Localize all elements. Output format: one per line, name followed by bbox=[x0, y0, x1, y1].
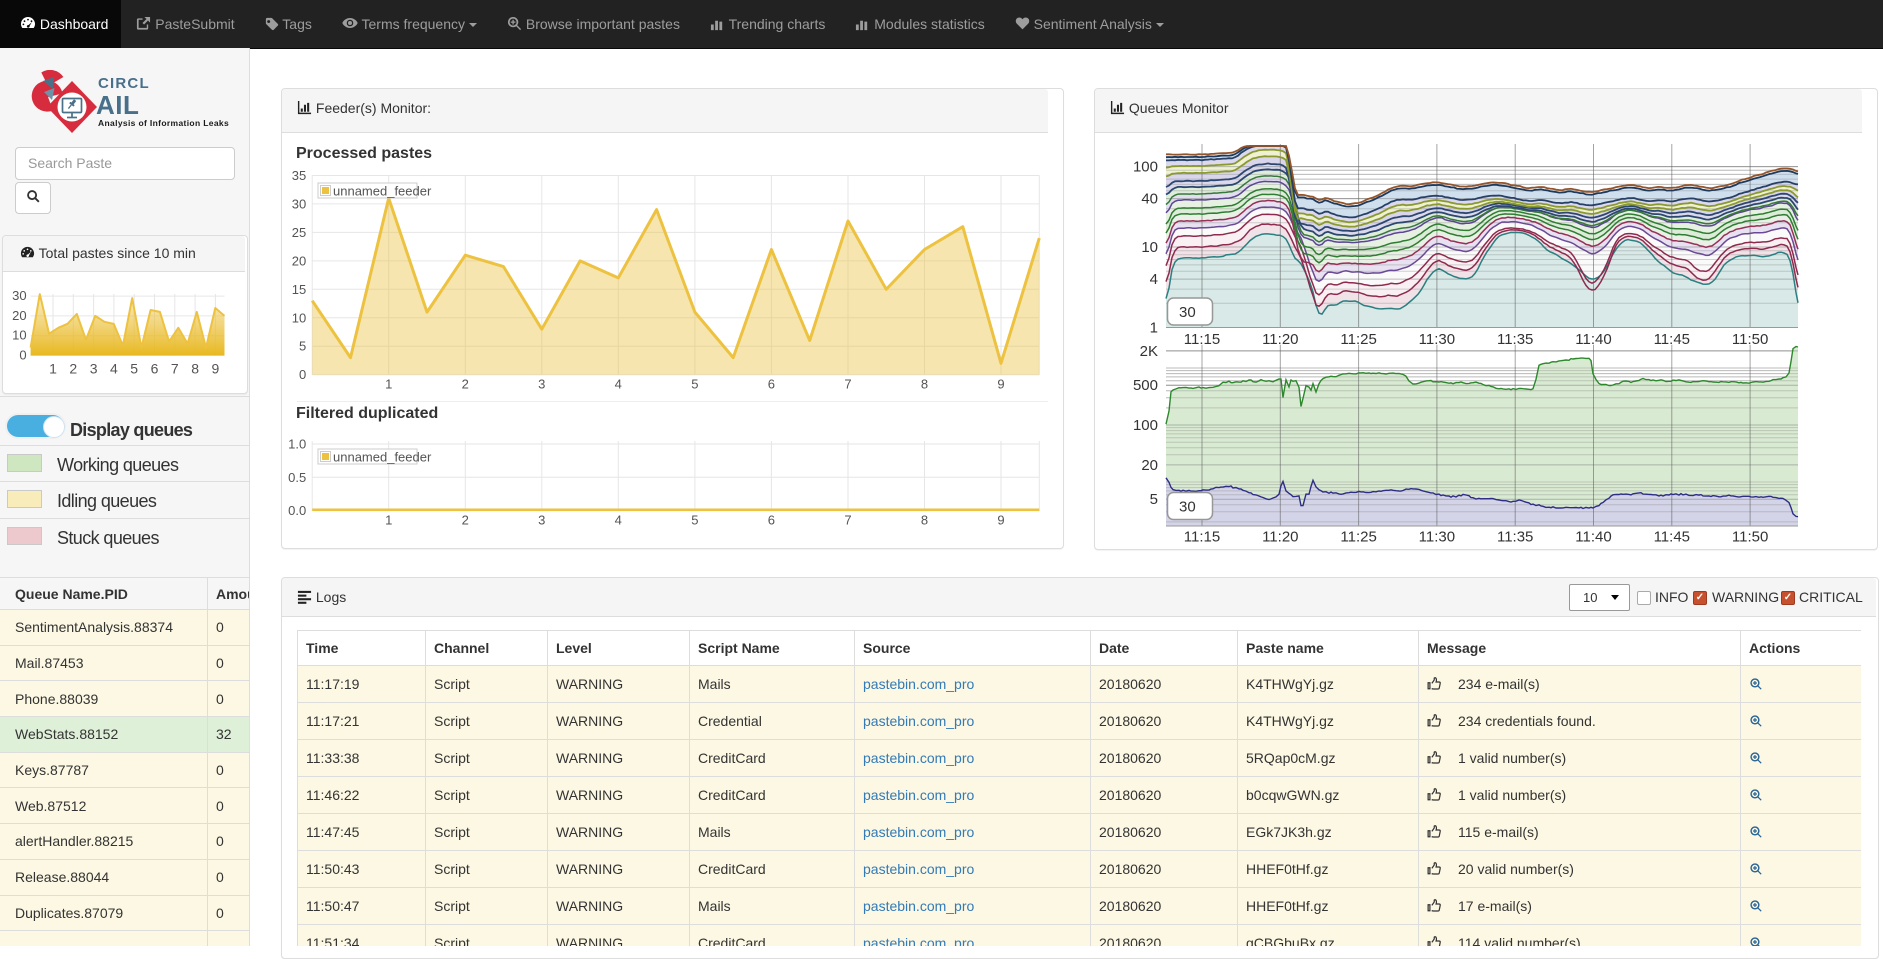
svg-text:7: 7 bbox=[171, 361, 179, 377]
svg-text:7: 7 bbox=[844, 377, 851, 392]
svg-text:5: 5 bbox=[130, 361, 138, 377]
svg-text:6: 6 bbox=[768, 513, 775, 528]
svg-text:11:45: 11:45 bbox=[1654, 529, 1690, 546]
svg-text:35: 35 bbox=[292, 168, 306, 183]
svg-text:11:50: 11:50 bbox=[1732, 529, 1768, 546]
svg-text:5: 5 bbox=[691, 513, 698, 528]
svg-text:9: 9 bbox=[212, 361, 220, 377]
svg-text:7: 7 bbox=[844, 513, 851, 528]
svg-text:10: 10 bbox=[12, 328, 26, 343]
svg-text:0.5: 0.5 bbox=[288, 470, 306, 485]
svg-text:8: 8 bbox=[921, 377, 928, 392]
svg-text:30: 30 bbox=[12, 288, 26, 303]
svg-text:25: 25 bbox=[292, 225, 306, 240]
svg-text:1: 1 bbox=[385, 377, 392, 392]
svg-text:20: 20 bbox=[292, 253, 306, 268]
svg-text:11:35: 11:35 bbox=[1497, 529, 1533, 546]
svg-text:4: 4 bbox=[110, 361, 118, 377]
svg-text:2: 2 bbox=[462, 513, 469, 528]
svg-text:30: 30 bbox=[1179, 499, 1196, 516]
svg-text:5: 5 bbox=[299, 339, 306, 354]
svg-text:unnamed_feeder: unnamed_feeder bbox=[333, 184, 432, 199]
svg-text:100: 100 bbox=[1133, 159, 1158, 176]
svg-text:1: 1 bbox=[49, 361, 57, 377]
svg-text:3: 3 bbox=[538, 513, 545, 528]
svg-text:11:30: 11:30 bbox=[1419, 529, 1455, 546]
svg-text:0: 0 bbox=[19, 348, 26, 363]
svg-text:1: 1 bbox=[385, 513, 392, 528]
svg-text:2: 2 bbox=[462, 377, 469, 392]
svg-text:11:25: 11:25 bbox=[1340, 529, 1376, 546]
svg-text:500: 500 bbox=[1133, 377, 1158, 394]
svg-text:unnamed_feeder: unnamed_feeder bbox=[333, 450, 432, 465]
svg-text:3: 3 bbox=[90, 361, 98, 377]
svg-text:5: 5 bbox=[1150, 491, 1158, 508]
svg-text:3: 3 bbox=[538, 377, 545, 392]
svg-text:1.0: 1.0 bbox=[288, 437, 306, 452]
svg-text:100: 100 bbox=[1133, 417, 1158, 434]
svg-text:4: 4 bbox=[1150, 271, 1158, 288]
svg-text:6: 6 bbox=[151, 361, 159, 377]
svg-text:8: 8 bbox=[191, 361, 199, 377]
svg-text:30: 30 bbox=[1179, 304, 1196, 321]
svg-text:0: 0 bbox=[299, 367, 306, 382]
svg-text:4: 4 bbox=[615, 377, 622, 392]
svg-text:30: 30 bbox=[292, 196, 306, 211]
svg-text:20: 20 bbox=[12, 308, 26, 323]
svg-text:11:20: 11:20 bbox=[1262, 529, 1298, 546]
svg-text:9: 9 bbox=[997, 377, 1004, 392]
svg-text:15: 15 bbox=[292, 282, 306, 297]
svg-text:11:15: 11:15 bbox=[1184, 529, 1220, 546]
svg-text:40: 40 bbox=[1141, 191, 1158, 208]
svg-text:10: 10 bbox=[1141, 239, 1158, 256]
svg-text:5: 5 bbox=[691, 377, 698, 392]
svg-text:8: 8 bbox=[921, 513, 928, 528]
svg-text:1: 1 bbox=[1150, 320, 1158, 337]
svg-text:4: 4 bbox=[615, 513, 622, 528]
svg-text:9: 9 bbox=[997, 513, 1004, 528]
svg-text:20: 20 bbox=[1141, 457, 1158, 474]
svg-text:10: 10 bbox=[292, 310, 306, 325]
svg-text:2: 2 bbox=[69, 361, 77, 377]
svg-text:11:40: 11:40 bbox=[1575, 529, 1611, 546]
svg-text:2K: 2K bbox=[1140, 343, 1158, 360]
svg-text:6: 6 bbox=[768, 377, 775, 392]
svg-text:0.0: 0.0 bbox=[288, 503, 306, 518]
